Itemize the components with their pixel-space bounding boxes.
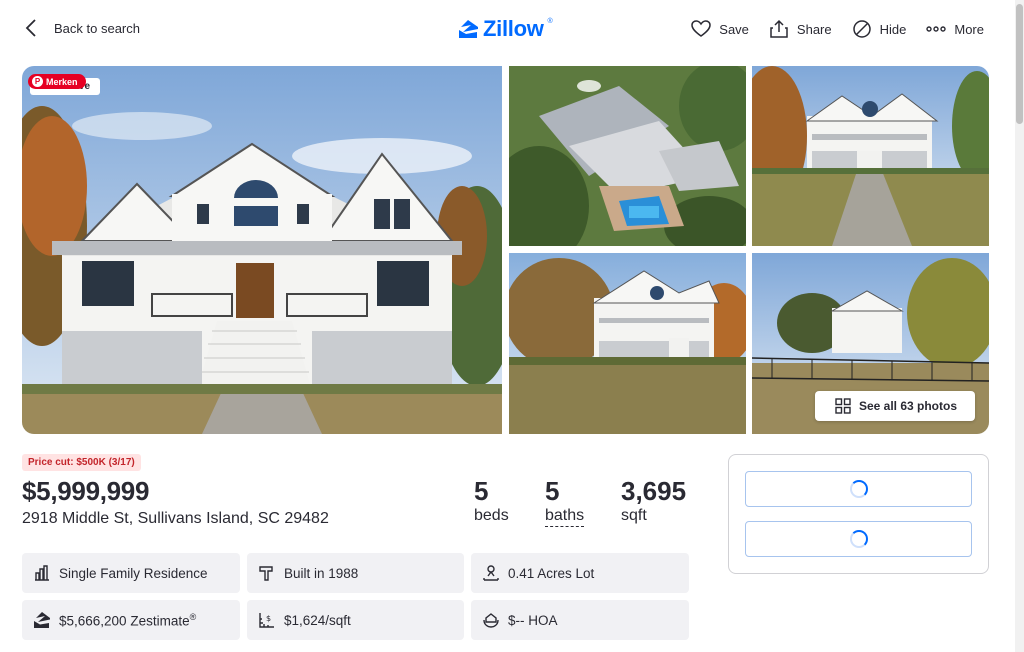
grid-icon bbox=[835, 398, 851, 414]
pinterest-label: Merken bbox=[46, 76, 78, 87]
fact-hoa: $-- HOA bbox=[471, 600, 689, 640]
fact-zestimate-text: $5,666,200 Zestimate® bbox=[59, 612, 196, 629]
contact-agent-button-loading[interactable] bbox=[745, 471, 972, 507]
fact-lot-size: 0.41 Acres Lot bbox=[471, 553, 689, 593]
scrollbar-thumb[interactable] bbox=[1016, 4, 1023, 124]
hide-label: Hide bbox=[879, 21, 907, 37]
building-chart-icon bbox=[35, 565, 49, 581]
main-photo[interactable]: Active P Merken bbox=[22, 66, 502, 434]
beds-value: 5 bbox=[474, 476, 489, 506]
house-front-image bbox=[22, 66, 502, 434]
aerial-photo[interactable] bbox=[509, 66, 746, 246]
heart-icon bbox=[691, 20, 712, 37]
zillow-z-icon bbox=[34, 612, 50, 628]
logo-text: Zillow bbox=[483, 16, 544, 41]
top-bar: Back to search Zillow ® Save Share Hide … bbox=[0, 0, 1016, 60]
fact-price-per-sqft: $ $1,624/sqft bbox=[247, 600, 464, 640]
request-tour-button-loading[interactable] bbox=[745, 521, 972, 557]
more-button[interactable]: More bbox=[926, 19, 984, 39]
listing-price: $5,999,999 bbox=[22, 476, 150, 506]
share-button[interactable]: Share bbox=[769, 19, 832, 39]
aerial-pool-image bbox=[509, 66, 746, 246]
logo-registered-mark: ® bbox=[547, 18, 553, 25]
hammer-icon bbox=[259, 566, 273, 581]
sqft-value: 3,695 bbox=[621, 476, 687, 506]
photo-gallery: Active P Merken bbox=[22, 66, 989, 434]
fact-home-type-text: Single Family Residence bbox=[59, 565, 208, 581]
hide-button[interactable]: Hide bbox=[852, 19, 907, 39]
listing-address: 2918 Middle St, Sullivans Island, SC 294… bbox=[22, 510, 329, 527]
baths-stat[interactable]: 5 baths bbox=[545, 476, 585, 527]
see-all-label: See all 63 photos bbox=[858, 399, 957, 413]
fact-price-per-sqft-text: $1,624/sqft bbox=[284, 612, 351, 628]
chevron-left-icon bbox=[25, 19, 36, 37]
share-label: Share bbox=[796, 21, 832, 37]
baths-value: 5 bbox=[545, 476, 560, 506]
see-all-photos-button[interactable]: See all 63 photos bbox=[814, 391, 975, 421]
lot-measure-icon bbox=[483, 565, 499, 581]
save-button[interactable]: Save bbox=[691, 19, 749, 39]
more-dots-icon bbox=[926, 26, 947, 32]
fact-hoa-text: $-- HOA bbox=[508, 612, 558, 628]
fact-zestimate[interactable]: $5,666,200 Zestimate® bbox=[22, 600, 240, 640]
more-label: More bbox=[954, 21, 984, 37]
share-icon bbox=[770, 19, 788, 38]
hide-circle-slash-icon bbox=[852, 20, 871, 38]
sqft-label: sqft bbox=[621, 507, 647, 524]
loading-spinner-icon bbox=[849, 480, 868, 498]
page-scrollbar[interactable] bbox=[1015, 0, 1024, 652]
baths-label[interactable]: baths bbox=[545, 507, 585, 527]
svg-text:$: $ bbox=[266, 614, 271, 623]
save-label: Save bbox=[719, 21, 749, 37]
back-label: Back to search bbox=[54, 20, 140, 36]
zillow-z-icon bbox=[459, 20, 478, 38]
sqft-stat: 3,695 sqft bbox=[621, 476, 686, 525]
front-walkway-photo[interactable] bbox=[752, 66, 989, 246]
side-yard-photo[interactable]: See all 63 photos bbox=[752, 253, 989, 434]
angled-front-image bbox=[509, 253, 746, 434]
zestimate-registered-mark: ® bbox=[189, 611, 197, 622]
angled-front-photo[interactable] bbox=[509, 253, 746, 434]
fact-lot-size-text: 0.41 Acres Lot bbox=[508, 565, 595, 581]
price-cut-badge: Price cut: $500K (3/17) bbox=[22, 454, 141, 471]
ruler-dollar-icon: $ bbox=[259, 613, 274, 628]
fact-year-built-text: Built in 1988 bbox=[284, 565, 359, 581]
loading-spinner-icon bbox=[849, 530, 868, 548]
fact-home-type: Single Family Residence bbox=[22, 553, 240, 593]
hoa-hands-icon bbox=[483, 613, 499, 628]
front-walkway-image bbox=[752, 66, 989, 246]
pinterest-save-button[interactable]: P Merken bbox=[28, 74, 86, 89]
zillow-logo[interactable]: Zillow ® bbox=[457, 16, 553, 42]
beds-stat: 5 beds bbox=[474, 476, 509, 525]
contact-panel bbox=[728, 454, 989, 574]
fact-year-built: Built in 1988 bbox=[247, 553, 464, 593]
pinterest-icon: P bbox=[32, 76, 43, 87]
back-to-search-button[interactable]: Back to search bbox=[24, 18, 140, 38]
zestimate-value: $5,666,200 Zestimate bbox=[59, 613, 190, 629]
beds-label: beds bbox=[474, 507, 509, 524]
header-actions: Save Share Hide More bbox=[691, 19, 984, 39]
